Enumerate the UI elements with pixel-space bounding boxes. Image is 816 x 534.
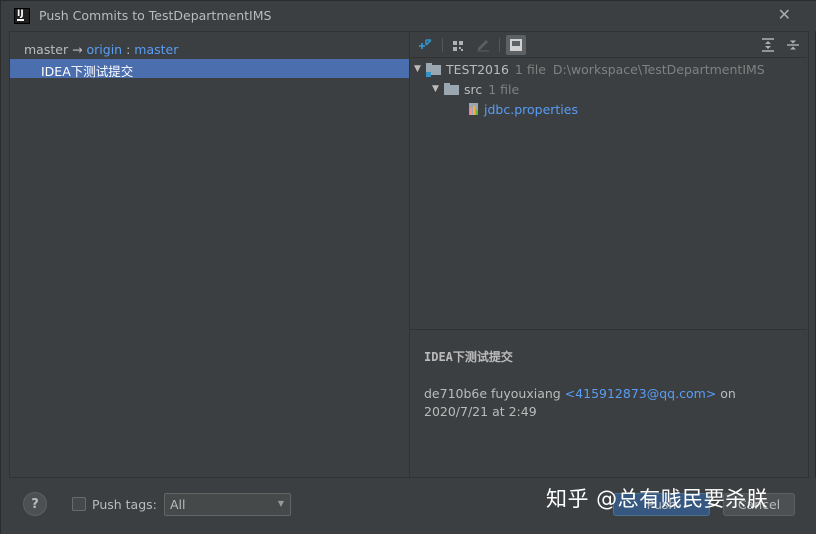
tree-folder-row[interactable]: ▼ src 1 file (432, 80, 519, 98)
author-email[interactable]: <415912873@qq.com> (565, 386, 717, 401)
tree-root-row[interactable]: ▼ TEST2016 1 file D:\workspace\TestDepar… (414, 60, 765, 78)
folder-count: 1 file (488, 81, 520, 97)
help-button[interactable]: ? (23, 492, 47, 516)
commit-details-info: de710b6e fuyouxiang <415912873@qq.com> o… (424, 385, 799, 421)
expand-collapse-icon[interactable] (416, 36, 434, 54)
chevron-down-icon: ▼ (277, 499, 284, 508)
module-folder-icon (426, 63, 442, 77)
commit-details-title: IDEA下测试提交 (424, 350, 513, 364)
close-icon[interactable]: ✕ (778, 7, 791, 23)
expand-triangle-icon[interactable]: ▼ (432, 84, 444, 94)
commit-message: IDEA下测试提交 (41, 64, 134, 79)
folder-name: src (464, 81, 483, 97)
remote-branch[interactable]: master (134, 42, 178, 57)
file-name: jdbc.properties (484, 101, 578, 117)
push-tags-label: Push tags: (92, 497, 157, 512)
expand-triangle-icon[interactable]: ▼ (414, 64, 426, 74)
arrow: → (68, 42, 87, 57)
push-commits-dialog: IJ Push Commits to TestDepartmentIMS ✕ m… (0, 0, 816, 534)
details-divider (410, 329, 807, 330)
collapse-all-icon[interactable] (784, 36, 802, 54)
remote-separator: : (122, 42, 135, 57)
preview-icon[interactable] (506, 35, 526, 55)
local-branch: master (24, 42, 69, 57)
tags-dropdown-value: All (170, 497, 186, 512)
root-name: TEST2016 (446, 61, 509, 77)
tags-dropdown[interactable]: All ▼ (164, 493, 291, 516)
group-by-icon[interactable] (449, 36, 467, 54)
expand-all-icon[interactable] (759, 36, 777, 54)
zhihu-watermark: 知乎 @总有贱民要杀朕 (546, 487, 769, 511)
title-bar: IJ Push Commits to TestDepartmentIMS ✕ (1, 1, 816, 31)
folder-icon (444, 83, 460, 95)
commit-row[interactable]: IDEA下测试提交 (10, 59, 409, 79)
commit-hash-author: de710b6e fuyouxiang (424, 386, 565, 401)
changes-panel: ▼ TEST2016 1 file D:\workspace\TestDepar… (410, 31, 809, 478)
root-path: D:\workspace\TestDepartmentIMS (552, 61, 765, 77)
remote-name[interactable]: origin (87, 42, 123, 57)
changes-toolbar (410, 32, 807, 58)
branch-mapping: master → origin : master (24, 42, 178, 57)
window-title: Push Commits to TestDepartmentIMS (39, 8, 272, 23)
commits-panel: master → origin : master IDEA下测试提交 (9, 31, 410, 478)
tree-file-row[interactable]: jdbc.properties (467, 100, 578, 118)
root-count: 1 file (514, 61, 546, 77)
push-tags-checkbox[interactable] (72, 497, 86, 511)
dialog-footer: ? Push tags: All ▼ Push Cancel 知乎 @总有贱民要… (1, 478, 816, 534)
edit-icon[interactable] (474, 36, 492, 54)
intellij-app-icon: IJ (14, 8, 30, 24)
properties-file-icon (467, 102, 481, 116)
